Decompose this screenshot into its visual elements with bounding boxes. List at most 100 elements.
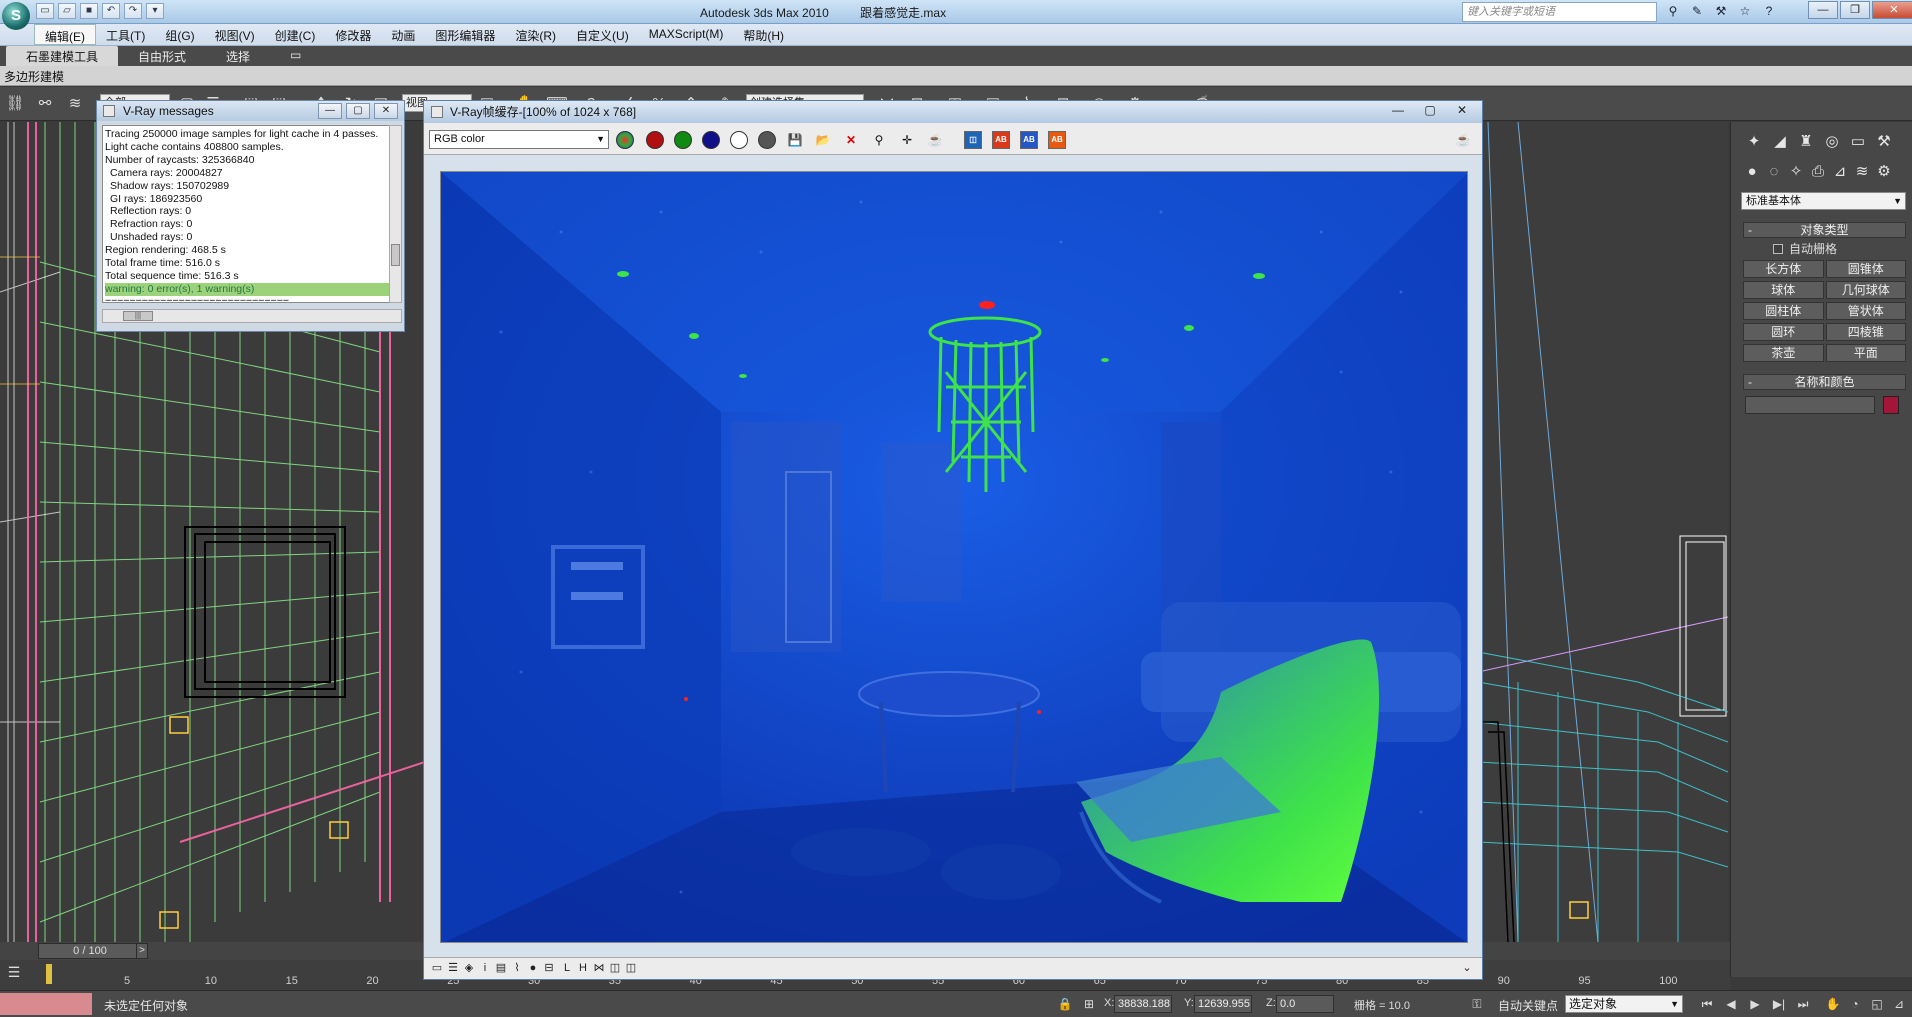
save-image-icon[interactable]: 💾 [786, 131, 804, 149]
lut-text-icon[interactable]: L [560, 961, 574, 975]
levels-icon[interactable]: ▤ [494, 961, 508, 975]
play-icon[interactable]: ▶ [1746, 996, 1764, 1012]
open-folder-icon[interactable]: ▱ [58, 3, 76, 19]
autogrid-checkbox[interactable]: 自动栅格 [1773, 240, 1837, 257]
horizontal-scrollbar[interactable]: ||| [102, 309, 402, 323]
vfb-title-bar[interactable]: V-Ray帧缓存-[100% of 1024 x 768] — ▢ ✕ [424, 101, 1482, 123]
history-ab-icon[interactable]: AB [1048, 131, 1066, 149]
stereo-icon[interactable]: ◫ [608, 961, 622, 975]
color-correction-icon[interactable]: ◫ [964, 131, 982, 149]
link-icon[interactable]: ⛓ [4, 94, 26, 114]
restore-button[interactable]: ❐ [1840, 1, 1870, 19]
info-icon[interactable]: i [478, 961, 492, 975]
menu-views[interactable]: 视图(V) [205, 24, 265, 45]
next-frame-icon[interactable]: > [136, 943, 148, 959]
utilities-tab-icon[interactable]: ⚒ [1873, 132, 1895, 152]
wrench-icon[interactable]: ⚒ [1712, 3, 1730, 20]
modify-tab-icon[interactable]: ◢ [1769, 132, 1791, 152]
absolute-mode-icon[interactable]: ⊞ [1080, 996, 1098, 1012]
create-tab-icon[interactable]: ✦ [1743, 132, 1765, 152]
object-color-swatch[interactable] [1883, 396, 1899, 414]
close-button[interactable]: ✕ [1872, 1, 1912, 19]
clear-image-icon[interactable]: ✕ [842, 131, 860, 149]
menu-customize[interactable]: 自定义(U) [566, 24, 639, 45]
exposure-icon[interactable]: ● [526, 961, 540, 975]
new-file-icon[interactable]: ▭ [36, 3, 54, 19]
minimize-button[interactable]: — [1808, 1, 1838, 19]
x-coordinate-input[interactable]: 38838.188 [1114, 995, 1172, 1013]
object-name-input[interactable] [1745, 396, 1875, 414]
shapes-icon[interactable]: ◌ [1763, 162, 1785, 182]
pixel-aspect-icon[interactable]: ⋈ [592, 961, 606, 975]
unlink-icon[interactable]: ⚯ [34, 94, 56, 114]
current-frame-marker[interactable] [46, 964, 52, 984]
spacewarps-icon[interactable]: ≋ [1851, 162, 1873, 182]
dropdown-icon[interactable]: ▾ [146, 3, 164, 19]
render-teapot-icon[interactable]: ☕ [926, 131, 944, 149]
close-button[interactable]: ✕ [1448, 103, 1476, 120]
tools-icon[interactable]: ✎ [1688, 3, 1706, 20]
geosphere-button[interactable]: 几何球体 [1825, 281, 1906, 299]
name-color-rollout[interactable]: - 名称和颜色 [1743, 374, 1906, 390]
lock-icon[interactable]: 🔒 [1056, 996, 1074, 1012]
display-tab-icon[interactable]: ▭ [1847, 132, 1869, 152]
region-render-icon[interactable]: ✛ [898, 131, 916, 149]
key-filter-dropdown[interactable]: 选定对象 ▼ [1565, 995, 1683, 1013]
maximize-button[interactable]: ▢ [346, 103, 370, 119]
y-coordinate-input[interactable]: 12639.955 [1194, 995, 1252, 1013]
histogram-icon[interactable]: H [576, 961, 590, 975]
sphere-button[interactable]: 球体 [1743, 281, 1824, 299]
menu-rendering[interactable]: 渲染(R) [505, 24, 566, 45]
tab-freeform[interactable]: 自由形式 [118, 46, 206, 66]
vfb-layers-icon[interactable]: ◈ [462, 961, 476, 975]
ribbon-toggle-icon[interactable]: ▭ [270, 46, 321, 66]
category-dropdown[interactable]: 标准基本体 ▼ [1741, 192, 1906, 210]
minimize-button[interactable]: — [318, 103, 342, 119]
menu-group[interactable]: 组(G) [155, 24, 204, 45]
orbit-icon[interactable]: ◔ [1846, 996, 1864, 1012]
go-to-end-icon[interactable]: ⏭ [1794, 996, 1812, 1012]
minimize-button[interactable]: — [1384, 103, 1412, 120]
key-icon[interactable]: ⚿ [1468, 996, 1486, 1012]
binoculars-icon[interactable]: ⚲ [1664, 3, 1682, 20]
systems-icon[interactable]: ⚙ [1873, 162, 1895, 182]
vfb-settings-icon[interactable]: ▭ [430, 961, 444, 975]
tab-selection[interactable]: 选择 [206, 46, 270, 66]
render-last-icon[interactable]: ☕ [1454, 131, 1472, 149]
green-channel-icon[interactable] [674, 131, 692, 149]
close-button[interactable]: ✕ [374, 103, 398, 119]
geometry-icon[interactable]: ● [1741, 162, 1763, 182]
menu-animation[interactable]: 动画 [381, 24, 425, 45]
message-log[interactable]: Tracing 250000 image samples for light c… [102, 125, 392, 303]
save-icon[interactable]: ■ [80, 3, 98, 19]
menu-graph-editors[interactable]: 图形编辑器 [425, 24, 505, 45]
bind-spacewarp-icon[interactable]: ≋ [64, 94, 86, 114]
track-bar-menu-icon[interactable]: ☰ [4, 964, 24, 984]
track-mouse-icon[interactable]: ⚲ [870, 131, 888, 149]
scroll-thumb[interactable] [391, 244, 400, 266]
stereo-red-icon[interactable]: ◫ [624, 961, 638, 975]
load-image-icon[interactable]: 📂 [814, 131, 832, 149]
redo-icon[interactable]: ↷ [124, 3, 142, 19]
curve-icon[interactable]: ⌇ [510, 961, 524, 975]
red-channel-icon[interactable] [646, 131, 664, 149]
previous-frame-icon[interactable]: ◀ [1722, 996, 1740, 1012]
undo-icon[interactable]: ↶ [102, 3, 120, 19]
vfb-log-icon[interactable]: ☰ [446, 961, 460, 975]
star-icon[interactable]: ☆ [1736, 3, 1754, 20]
app-logo[interactable]: S [2, 2, 30, 30]
next-frame-icon[interactable]: ▶| [1770, 996, 1788, 1012]
hierarchy-tab-icon[interactable]: ♜ [1795, 132, 1817, 152]
viewport-right[interactable] [1478, 122, 1728, 942]
menu-create[interactable]: 创建(C) [265, 24, 326, 45]
menu-modifiers[interactable]: 修改器 [325, 24, 381, 45]
search-input[interactable]: 键入关键字或短语 [1462, 2, 1657, 22]
vray-messages-title-bar[interactable]: V-Ray messages — ▢ ✕ [97, 101, 404, 121]
channel-dropdown[interactable]: RGB color ▼ [429, 130, 609, 149]
teapot-button[interactable]: 茶壶 [1743, 344, 1824, 362]
ribbon-polygon-modeling[interactable]: 多边形建模 [4, 68, 64, 85]
menu-help[interactable]: 帮助(H) [733, 24, 794, 45]
cylinder-button[interactable]: 圆柱体 [1743, 302, 1824, 320]
torus-button[interactable]: 圆环 [1743, 323, 1824, 341]
lut-icon[interactable]: ⊟ [542, 961, 556, 975]
